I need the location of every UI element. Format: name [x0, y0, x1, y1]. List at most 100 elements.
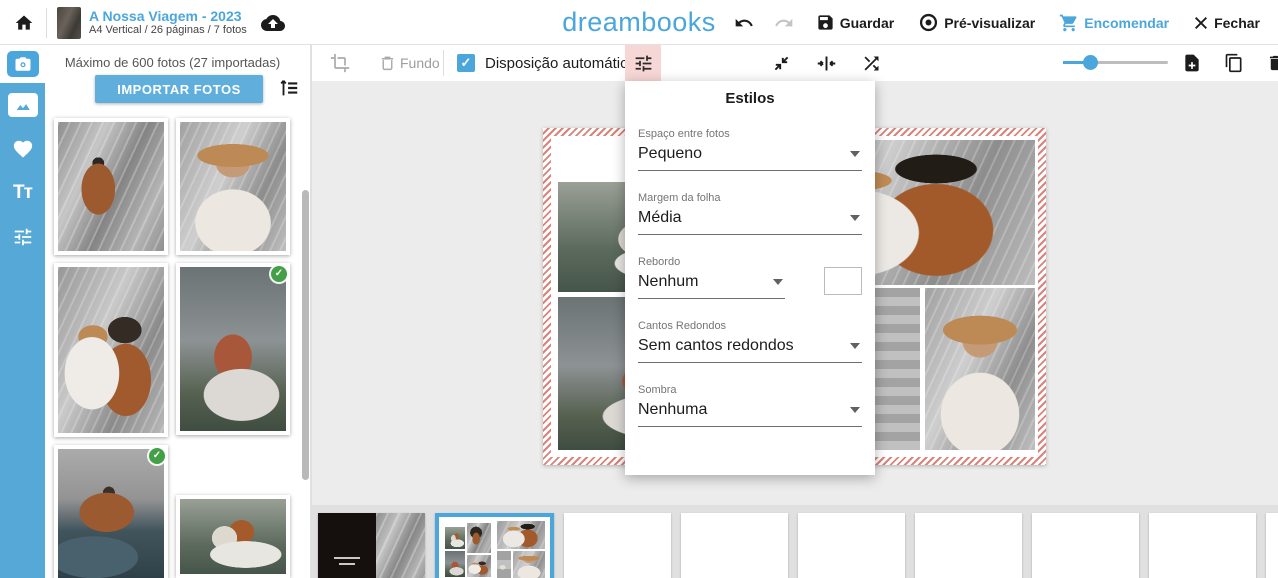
- photo-image: [180, 122, 286, 251]
- delete-icon: [1266, 53, 1278, 73]
- mini-page-preview: [441, 519, 548, 578]
- page-thumbnail-empty[interactable]: [564, 513, 671, 578]
- fit-page-button[interactable]: [767, 49, 796, 78]
- copy-icon: [1224, 53, 1244, 73]
- close-label: Fechar: [1214, 15, 1260, 31]
- field-border[interactable]: Rebordo Nenhum: [638, 256, 785, 299]
- preview-button[interactable]: Pré-visualizar: [910, 6, 1043, 39]
- save-label: Guardar: [840, 15, 894, 31]
- order-button[interactable]: Encomendar: [1051, 7, 1177, 39]
- topbar: A Nossa Viagem - 2023 A4 Vertical / 26 p…: [0, 0, 1278, 45]
- project-info: A Nossa Viagem - 2023 A4 Vertical / 26 p…: [89, 8, 247, 37]
- field-page-margin[interactable]: Margem da folha Média: [638, 192, 862, 235]
- add-page-button[interactable]: [1178, 49, 1206, 77]
- center-horizontal-button[interactable]: [812, 49, 841, 78]
- page-thumbnail-empty[interactable]: [681, 513, 788, 578]
- background-label: Fundo: [400, 55, 440, 71]
- photo-thumbnail-man-boat[interactable]: ✓: [54, 445, 168, 578]
- shuffle-icon: [861, 53, 882, 74]
- mini-photo: [467, 555, 491, 577]
- tune-icon: [12, 226, 34, 248]
- mini-photo: [445, 551, 465, 577]
- trash-outline-icon: [379, 54, 396, 72]
- add-page-icon: [1182, 53, 1202, 73]
- field-value: Pequeno: [638, 140, 862, 171]
- field-value: Nenhuma: [638, 396, 862, 427]
- photo-used-check-icon: ✓: [149, 448, 165, 464]
- zoom-slider[interactable]: [1063, 61, 1168, 64]
- mini-photo: [445, 527, 465, 549]
- shuffle-layout-button[interactable]: [857, 49, 886, 78]
- sidebar-item-photos[interactable]: [0, 83, 45, 127]
- photos-scrollbar[interactable]: [302, 190, 309, 480]
- field-value: Nenhum: [638, 268, 785, 299]
- page-thumbnail-current[interactable]: [435, 513, 554, 578]
- mini-photo: [467, 523, 491, 553]
- photo-thumbnail-woman-hat[interactable]: [176, 118, 290, 255]
- divider: [46, 8, 47, 38]
- crop-button[interactable]: [326, 49, 354, 77]
- photo-image: [58, 122, 164, 251]
- sidebar-item-styles[interactable]: [0, 215, 45, 259]
- field-label: Espaço entre fotos: [638, 128, 862, 140]
- import-photos-button[interactable]: IMPORTAR FOTOS: [95, 75, 263, 103]
- sidebar-item-camera[interactable]: [0, 45, 45, 83]
- cover-title-text: [334, 557, 359, 559]
- page-thumbnail-empty[interactable]: [1266, 513, 1278, 578]
- photo-limit-text: Máximo de 600 fotos (27 importadas): [45, 55, 300, 70]
- save-icon: [816, 13, 835, 32]
- page-photo-portrait[interactable]: [925, 288, 1035, 450]
- toolbar-divider: [443, 50, 444, 76]
- photo-thumbnail-selfie-couple[interactable]: [54, 263, 168, 437]
- auto-layout-checkbox[interactable]: ✓: [457, 54, 475, 72]
- styles-popup-title: Estilos: [625, 81, 875, 107]
- preview-label: Pré-visualizar: [944, 15, 1035, 31]
- undo-button[interactable]: [728, 7, 760, 39]
- field-value: Sem cantos redondos: [638, 332, 862, 363]
- border-color-swatch[interactable]: [824, 267, 862, 295]
- delete-page-button[interactable]: [1262, 49, 1278, 77]
- sort-photos-button[interactable]: [278, 77, 300, 99]
- redo-button[interactable]: [768, 7, 800, 39]
- image-icon: [8, 93, 38, 117]
- sidebar-item-text[interactable]: Tᴛ: [0, 171, 45, 215]
- dropdown-arrow-icon: [850, 151, 860, 157]
- photobook-editor: A Nossa Viagem - 2023 A4 Vertical / 26 p…: [0, 0, 1278, 578]
- mini-photo: [513, 551, 545, 578]
- project-title: A Nossa Viagem - 2023: [89, 8, 247, 24]
- order-label: Encomendar: [1084, 15, 1169, 31]
- field-value: Média: [638, 204, 862, 235]
- page-thumbnail-empty[interactable]: [798, 513, 905, 578]
- save-button[interactable]: Guardar: [808, 7, 902, 38]
- field-shadow[interactable]: Sombra Nenhuma: [638, 384, 862, 427]
- cloud-saved-icon: [261, 11, 285, 35]
- photo-thumbnail-woman-lake[interactable]: ✓: [176, 263, 290, 435]
- page-thumbnail-cover[interactable]: [318, 513, 425, 578]
- home-icon: [14, 13, 34, 33]
- styles-button[interactable]: [625, 45, 661, 81]
- field-label: Rebordo: [638, 256, 785, 268]
- dropdown-arrow-icon: [850, 215, 860, 221]
- undo-icon: [734, 13, 754, 33]
- sidebar-item-favorites[interactable]: [0, 127, 45, 171]
- page-thumbnail-empty[interactable]: [1032, 513, 1139, 578]
- home-button[interactable]: [10, 9, 38, 37]
- page-thumbnail-empty[interactable]: [1149, 513, 1256, 578]
- close-button[interactable]: Fechar: [1185, 9, 1268, 37]
- dreambooks-logo: dreambooks: [562, 7, 716, 38]
- photo-thumbnail-couple-rocks[interactable]: [54, 118, 168, 255]
- page-thumbnail-empty[interactable]: [915, 513, 1022, 578]
- background-button[interactable]: Fundo: [375, 50, 444, 76]
- photo-image: [180, 499, 286, 574]
- cover-subtitle-text: [339, 563, 355, 565]
- zoom-slider-thumb[interactable]: [1083, 55, 1098, 70]
- field-label: Cantos Redondos: [638, 320, 862, 332]
- field-photo-spacing[interactable]: Espaço entre fotos Pequeno: [638, 128, 862, 171]
- center-horizontal-icon: [816, 53, 837, 74]
- photo-thumbnail-couple-boat[interactable]: [176, 495, 290, 578]
- field-rounded-corners[interactable]: Cantos Redondos Sem cantos redondos: [638, 320, 862, 363]
- sort-icon: [278, 77, 300, 99]
- cart-icon: [1059, 13, 1079, 33]
- duplicate-page-button[interactable]: [1220, 49, 1248, 77]
- project-cover-thumbnail: [57, 7, 81, 39]
